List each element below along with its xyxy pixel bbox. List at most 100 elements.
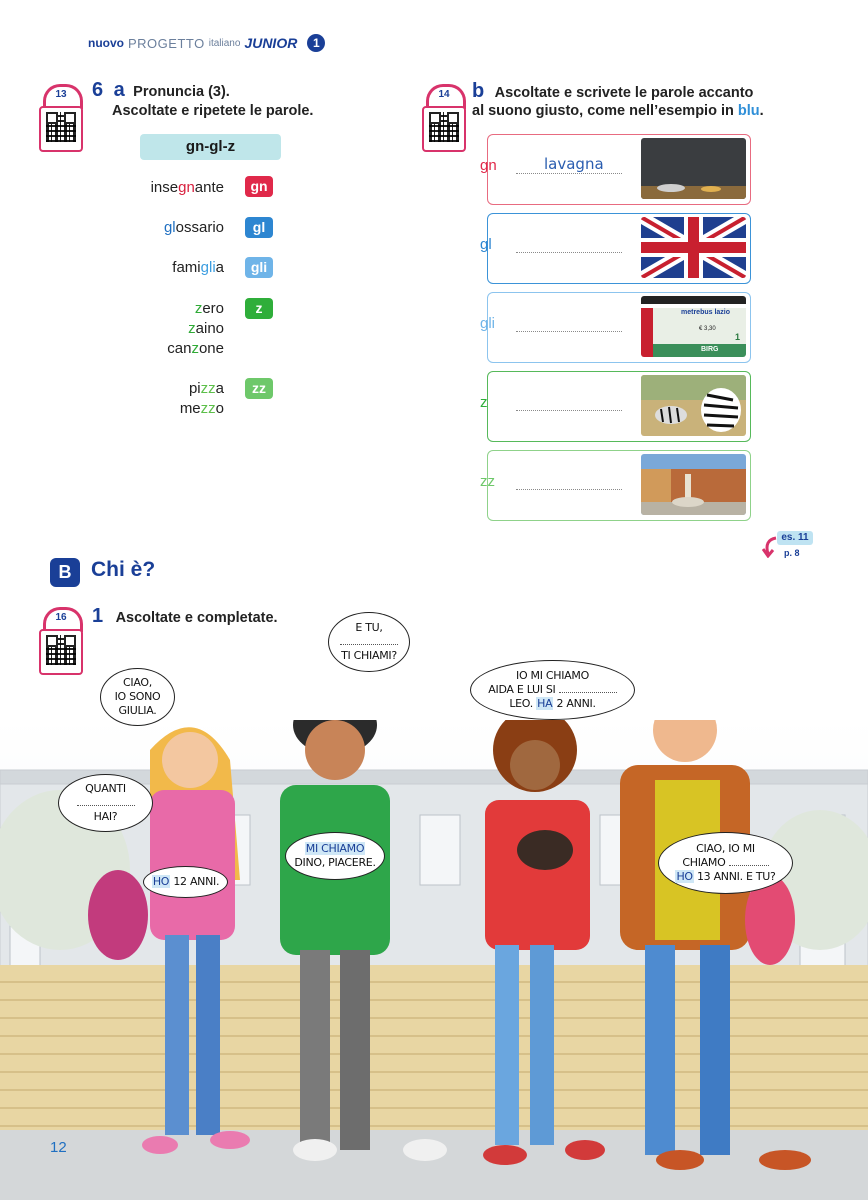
sound-tag: gl bbox=[245, 217, 273, 238]
highlighted-sound: gli bbox=[200, 259, 216, 276]
instruction-end: . bbox=[759, 103, 764, 119]
bubble-line: AIDA E LUI SI bbox=[488, 683, 556, 696]
pronunciation-word: zero bbox=[104, 299, 224, 319]
cross-reference-page: p. 8 bbox=[784, 548, 800, 558]
answer-box-gl: gl bbox=[480, 213, 751, 284]
word-part: fami bbox=[172, 259, 201, 276]
answer-picture: metrebus lazio BIRG € 3,30 1 bbox=[641, 296, 746, 357]
bubble-line: TI CHIAMI? bbox=[341, 649, 397, 662]
word-part: inse bbox=[150, 179, 179, 196]
highlighted-sound: gl bbox=[163, 219, 176, 236]
speech-bubble-ho12: HO 12 ANNI. bbox=[143, 866, 228, 898]
highlighted-sound: z bbox=[191, 340, 199, 357]
answer-box-gli: gli metrebus lazio BIRG € 3,30 1 bbox=[480, 292, 751, 363]
blank-line[interactable] bbox=[558, 683, 617, 693]
answer-box-z: z bbox=[480, 371, 751, 442]
highlighted-sound: zz bbox=[200, 400, 216, 417]
header-progetto: PROGETTO bbox=[128, 35, 205, 51]
sound-tag: gli bbox=[245, 257, 273, 278]
answer-line[interactable] bbox=[516, 489, 622, 490]
pronunciation-word: canzone bbox=[104, 339, 224, 359]
exercise-number: 6 bbox=[92, 79, 104, 101]
audio-track-14-badge[interactable]: 14 bbox=[422, 84, 466, 154]
bubble-line: 13 ANNI. E TU? bbox=[696, 870, 776, 883]
pronunciation-word: glossario bbox=[104, 218, 224, 238]
sound-label: z bbox=[480, 394, 488, 411]
word-part: a bbox=[215, 380, 224, 397]
header-italiano: italiano bbox=[208, 37, 241, 49]
word-part: o bbox=[215, 400, 224, 417]
sound-label: zz bbox=[480, 473, 495, 490]
word-part: ante bbox=[194, 179, 224, 196]
book-header: nuovo PROGETTO italiano JUNIOR 1 bbox=[88, 34, 326, 52]
speech-bubble-quanti: QUANTI HAI? bbox=[58, 774, 153, 832]
instruction-blu: blu bbox=[737, 103, 760, 119]
pronunciation-word: zaino bbox=[104, 319, 224, 339]
word-part: pi bbox=[188, 380, 201, 397]
bubble-line: 12 ANNI. bbox=[173, 875, 220, 888]
exercise-6a-heading: 6 a Pronuncia (3). bbox=[92, 79, 230, 103]
arrow-curve-icon bbox=[762, 536, 777, 558]
blackboard-image bbox=[641, 138, 746, 199]
speech-bubble-aida: IO MI CHIAMO AIDA E LUI SI LEO. HA 2 ANN… bbox=[470, 660, 635, 720]
exercise-instruction-line2: al suono giusto, come nell’esempio in bl… bbox=[472, 101, 764, 122]
qr-code-icon[interactable] bbox=[46, 112, 76, 142]
bubble-line: GIULIA. bbox=[118, 704, 157, 717]
exercise-letter: a bbox=[113, 79, 125, 101]
answer-picture bbox=[641, 217, 746, 278]
qr-code-icon[interactable] bbox=[429, 112, 459, 142]
sound-tag: gn bbox=[245, 176, 273, 197]
bubble-line: CIAO, IO MI bbox=[696, 842, 755, 855]
bubble-line: IO MI CHIAMO bbox=[516, 669, 589, 682]
sound-group-pill: gn-gl-z bbox=[140, 134, 281, 160]
exercise-letter: b bbox=[472, 80, 485, 102]
pronunciation-word: mezzo bbox=[104, 399, 224, 419]
blank-line[interactable] bbox=[340, 635, 398, 645]
cross-reference-badge[interactable]: es. 11 bbox=[777, 531, 813, 545]
highlighted-sound: zz bbox=[200, 380, 216, 397]
qr-code-icon[interactable] bbox=[46, 635, 76, 665]
audio-track-16-badge[interactable]: 16 bbox=[39, 607, 83, 677]
volume-badge: 1 bbox=[307, 34, 326, 52]
header-nuovo: nuovo bbox=[88, 36, 124, 50]
word-part: a bbox=[215, 259, 224, 276]
word-part: can bbox=[167, 340, 192, 357]
answer-line[interactable] bbox=[516, 410, 622, 411]
bubble-line: QUANTI bbox=[85, 782, 126, 795]
instruction-text: al suono giusto, come nell’esempio in bbox=[472, 103, 734, 119]
answer-line[interactable] bbox=[516, 252, 622, 253]
answer-picture bbox=[641, 138, 746, 199]
word-part: ossario bbox=[175, 219, 224, 236]
exercise-instruction: Ascoltate e ripetete le parole. bbox=[112, 103, 314, 119]
header-junior: JUNIOR bbox=[244, 35, 298, 51]
union-jack-flag-image bbox=[641, 217, 746, 278]
ticket-text: 1 bbox=[735, 332, 741, 342]
exercise-instruction: Ascoltate e completate. bbox=[115, 610, 278, 626]
exercise-title: Pronuncia (3). bbox=[133, 84, 230, 100]
audio-track-13-badge[interactable]: 13 bbox=[39, 84, 83, 154]
exercise-1-heading: 1 Ascoltate e completate. bbox=[92, 605, 278, 629]
highlight-word: HO bbox=[151, 875, 171, 888]
answer-line[interactable] bbox=[516, 173, 622, 174]
piazza-fountain-image bbox=[641, 454, 746, 515]
bubble-line: 2 ANNI. bbox=[556, 697, 596, 710]
section-letter-badge: B bbox=[50, 558, 80, 587]
answer-picture bbox=[641, 375, 746, 436]
blank-line[interactable] bbox=[76, 796, 135, 806]
blank-line[interactable] bbox=[728, 856, 769, 866]
bubble-line: CHIAMO bbox=[682, 856, 726, 869]
answer-line[interactable] bbox=[516, 331, 622, 332]
sound-tag: zz bbox=[245, 378, 273, 399]
page-number: 12 bbox=[50, 1139, 67, 1156]
sound-label: gl bbox=[480, 236, 492, 253]
track-number: 16 bbox=[55, 612, 67, 623]
section-title: Chi è? bbox=[91, 558, 156, 581]
bubble-line: HAI? bbox=[93, 810, 118, 823]
speech-bubble-etu: E TU, TI CHIAMI? bbox=[328, 612, 410, 672]
bubble-line: CIAO, bbox=[123, 676, 152, 689]
bubble-line: LEO. bbox=[509, 697, 533, 710]
bubble-line: E TU, bbox=[355, 621, 383, 634]
pronunciation-word: insegnante bbox=[104, 178, 224, 198]
pronunciation-word: famiglia bbox=[104, 258, 224, 278]
answer-text: lavagna bbox=[544, 155, 604, 173]
